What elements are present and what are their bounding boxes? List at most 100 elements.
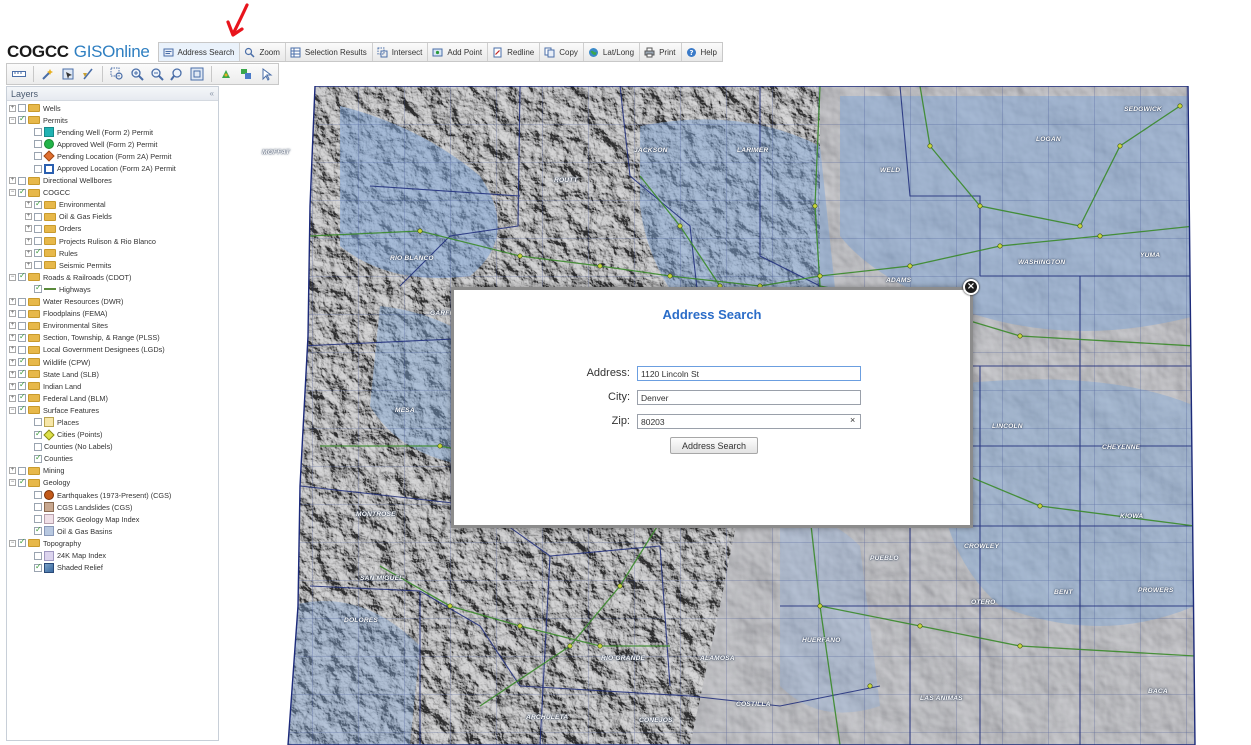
layer-row[interactable]: + Environmental xyxy=(7,199,218,211)
layer-visibility-checkbox[interactable] xyxy=(18,114,26,125)
layer-visibility-checkbox[interactable] xyxy=(34,562,42,572)
layer-visibility-checkbox[interactable] xyxy=(18,104,26,113)
layer-visibility-checkbox[interactable] xyxy=(18,368,26,379)
layer-row[interactable]: + Oil & Gas Fields xyxy=(7,211,218,223)
expand-node-icon[interactable]: + xyxy=(25,213,32,221)
layer-row[interactable]: Earthquakes (1973-Present) (CGS) xyxy=(7,489,218,501)
close-dialog-icon[interactable]: × xyxy=(963,279,979,295)
expand-node-icon[interactable]: + xyxy=(9,298,16,306)
layer-visibility-checkbox[interactable] xyxy=(34,491,42,500)
layer-visibility-checkbox[interactable] xyxy=(18,537,26,548)
pointer-icon[interactable] xyxy=(257,65,275,83)
layer-row[interactable]: Counties xyxy=(7,453,218,465)
layer-visibility-checkbox[interactable] xyxy=(34,152,42,161)
layer-visibility-checkbox[interactable] xyxy=(18,176,26,185)
layer-row[interactable]: + Environmental Sites xyxy=(7,320,218,332)
layer-visibility-checkbox[interactable] xyxy=(34,551,42,560)
layer-visibility-checkbox[interactable] xyxy=(34,212,42,221)
layer-row[interactable]: − Topography xyxy=(7,537,218,549)
layer-row[interactable]: + Local Government Designees (LGDs) xyxy=(7,344,218,356)
layer-visibility-checkbox[interactable] xyxy=(34,261,42,270)
layer-visibility-checkbox[interactable] xyxy=(34,237,42,246)
layer-visibility-checkbox[interactable] xyxy=(34,515,42,524)
layer-row[interactable]: + Rules xyxy=(7,247,218,259)
layer-visibility-checkbox[interactable] xyxy=(34,247,42,258)
copy-button[interactable]: Copy xyxy=(540,43,584,61)
layer-row[interactable]: + Projects Rulison & Rio Blanco xyxy=(7,235,218,247)
layer-row[interactable]: + Wells xyxy=(7,102,218,114)
layer-visibility-checkbox[interactable] xyxy=(18,356,26,367)
add-point-button[interactable]: Add Point xyxy=(428,43,489,61)
layer-visibility-checkbox[interactable] xyxy=(18,321,26,330)
layer-row[interactable]: Shaded Relief xyxy=(7,562,218,574)
layer-row[interactable]: Pending Location (Form 2A) Permit xyxy=(7,150,218,163)
zoom-box-icon[interactable] xyxy=(108,65,126,83)
redline-button[interactable]: Redline xyxy=(488,43,541,61)
address-input[interactable] xyxy=(637,366,861,381)
layer-row[interactable]: + Orders xyxy=(7,223,218,235)
address-search-button[interactable]: Address Search xyxy=(158,43,241,61)
zoom-button[interactable]: Zoom xyxy=(240,43,286,61)
intersect-button[interactable]: Intersect xyxy=(373,43,429,61)
expand-node-icon[interactable]: + xyxy=(9,467,16,475)
layer-row[interactable]: 250K Geology Map Index xyxy=(7,513,218,525)
collapse-node-icon[interactable]: − xyxy=(9,406,16,414)
collapse-node-icon[interactable]: − xyxy=(9,189,16,197)
zoom-out-icon[interactable] xyxy=(148,65,166,83)
layer-row[interactable]: − Roads & Railroads (CDOT) xyxy=(7,271,218,283)
zip-input[interactable] xyxy=(637,414,861,429)
ruler-icon[interactable] xyxy=(10,65,28,83)
expand-node-icon[interactable]: + xyxy=(9,310,16,318)
layer-row[interactable]: Pending Well (Form 2) Permit xyxy=(7,126,218,138)
layer-row[interactable]: Cities (Points) xyxy=(7,429,218,441)
address-search-submit-button[interactable]: Address Search xyxy=(670,437,758,454)
expand-node-icon[interactable]: + xyxy=(25,237,32,245)
lat-long-button[interactable]: Lat/Long xyxy=(584,43,641,61)
layer-visibility-checkbox[interactable] xyxy=(18,297,26,306)
layer-visibility-checkbox[interactable] xyxy=(34,283,42,294)
expand-node-icon[interactable]: + xyxy=(25,225,32,233)
zoom-previous-icon[interactable] xyxy=(168,65,186,83)
layer-row[interactable]: + Floodplains (FEMA) xyxy=(7,308,218,320)
collapse-node-icon[interactable]: − xyxy=(9,479,16,487)
layer-row[interactable]: − Permits xyxy=(7,114,218,126)
layer-visibility-checkbox[interactable] xyxy=(18,345,26,354)
layer-row[interactable]: + Seismic Permits xyxy=(7,259,218,271)
layer-visibility-checkbox[interactable] xyxy=(18,466,26,475)
layer-visibility-checkbox[interactable] xyxy=(34,128,42,137)
layer-row[interactable]: − COGCC xyxy=(7,187,218,199)
layer-visibility-checkbox[interactable] xyxy=(34,140,42,149)
layer-visibility-checkbox[interactable] xyxy=(18,392,26,403)
expand-node-icon[interactable]: + xyxy=(25,201,32,209)
layer-visibility-checkbox[interactable] xyxy=(34,503,42,512)
collapse-node-icon[interactable]: − xyxy=(9,116,16,124)
expand-node-icon[interactable]: + xyxy=(9,358,16,366)
layer-visibility-checkbox[interactable] xyxy=(18,404,26,415)
layer-visibility-checkbox[interactable] xyxy=(18,477,26,487)
zoom-in-icon[interactable] xyxy=(128,65,146,83)
expand-node-icon[interactable]: + xyxy=(9,346,16,354)
layer-row[interactable]: + Directional Wellbores xyxy=(7,175,218,187)
identify-wand-icon[interactable] xyxy=(39,65,57,83)
layer-visibility-checkbox[interactable] xyxy=(18,271,26,282)
expand-node-icon[interactable]: + xyxy=(25,249,32,257)
selection-results-button[interactable]: Selection Results xyxy=(286,43,373,61)
layer-visibility-checkbox[interactable] xyxy=(34,429,42,439)
expand-node-icon[interactable]: + xyxy=(9,370,16,378)
layer-row[interactable]: Approved Location (Form 2A) Permit xyxy=(7,162,218,174)
layer-row[interactable]: 24K Map Index xyxy=(7,549,218,561)
layer-row[interactable]: Counties (No Labels) xyxy=(7,441,218,453)
layer-visibility-checkbox[interactable] xyxy=(34,453,42,463)
clear-input-icon[interactable]: × xyxy=(850,415,855,425)
layer-row[interactable]: + Federal Land (BLM) xyxy=(7,392,218,404)
city-input[interactable] xyxy=(637,390,861,405)
expand-node-icon[interactable]: + xyxy=(9,334,16,342)
help-button[interactable]: ? Help xyxy=(682,43,722,61)
expand-node-icon[interactable]: + xyxy=(9,322,16,330)
layer-row[interactable]: CGS Landslides (CGS) xyxy=(7,501,218,513)
layer-visibility-checkbox[interactable] xyxy=(34,525,42,536)
expand-node-icon[interactable]: + xyxy=(25,261,32,269)
layer-visibility-checkbox[interactable] xyxy=(18,380,26,391)
collapse-node-icon[interactable]: − xyxy=(9,273,16,281)
layer-visibility-checkbox[interactable] xyxy=(34,418,42,427)
